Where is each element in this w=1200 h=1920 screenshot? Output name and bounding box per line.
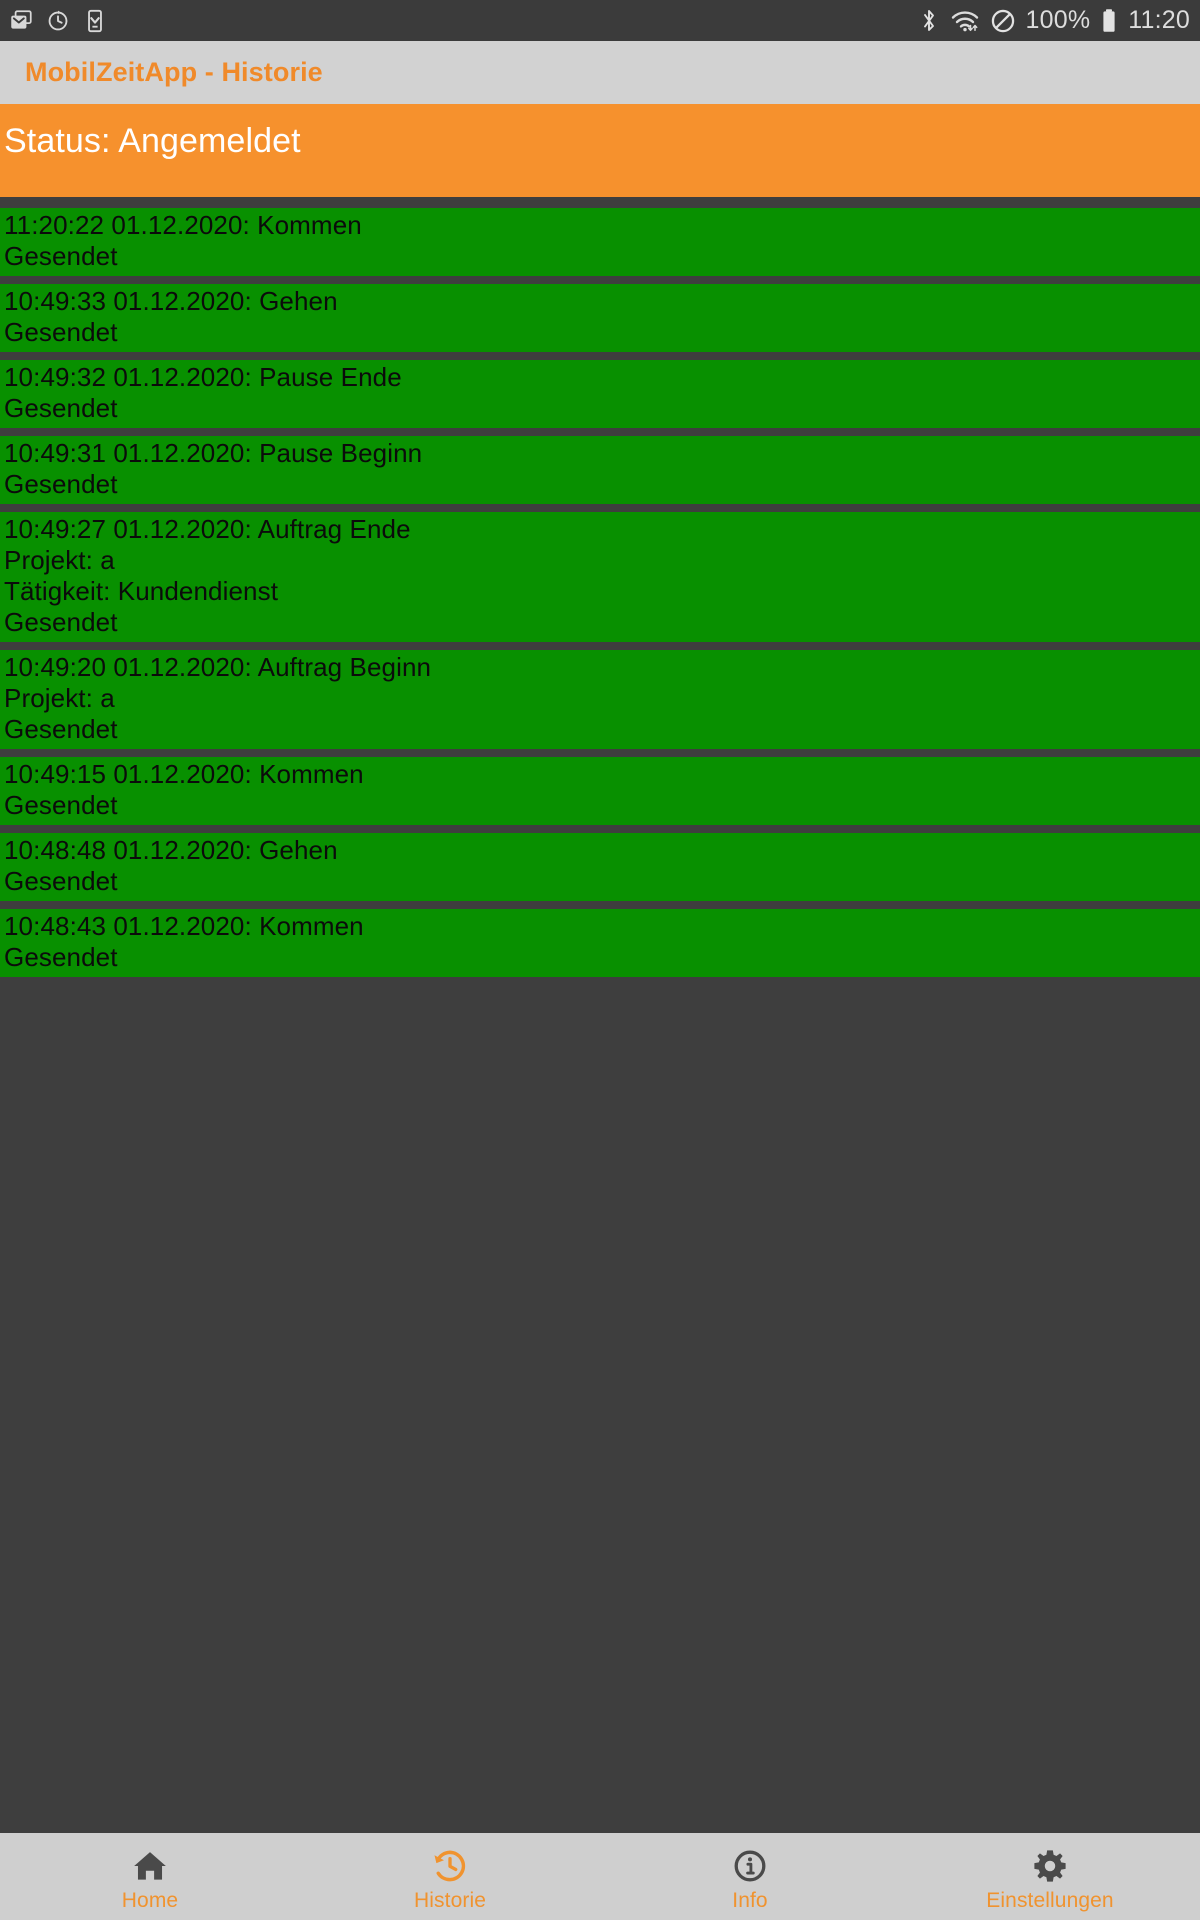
history-entry[interactable]: 10:49:27 01.12.2020: Auftrag Ende Projekt… <box>0 512 1200 642</box>
status-bar-right-icons: 100% 11:20 <box>918 6 1190 35</box>
app-screen: 100% 11:20 MobilZeitApp - Historie Statu… <box>0 0 1200 1920</box>
nav-item-einstellungen[interactable]: Einstellungen <box>900 1833 1200 1920</box>
history-entry-header: 10:49:27 01.12.2020: Auftrag Ende <box>4 514 411 544</box>
home-icon <box>131 1847 169 1885</box>
android-status-bar: 100% 11:20 <box>0 0 1200 41</box>
status-badge: Status: Angemeldet <box>4 122 301 160</box>
battery-percent-label: 100% <box>1025 6 1091 34</box>
alarm-history-icon <box>45 8 71 34</box>
history-entry[interactable]: 10:49:31 01.12.2020: Pause Beginn Gesende… <box>0 436 1200 504</box>
nav-label-historie: Historie <box>414 1888 486 1912</box>
history-entry-detail: Gesendet <box>4 469 118 499</box>
history-entry-header: 10:49:33 01.12.2020: Gehen <box>4 286 338 316</box>
history-entry-header: 10:48:43 01.12.2020: Kommen <box>4 911 364 941</box>
history-entry[interactable]: 10:49:32 01.12.2020: Pause Ende Gesendet <box>0 360 1200 428</box>
email-icon <box>8 8 34 34</box>
history-entry[interactable]: 11:20:22 01.12.2020: Kommen Gesendet <box>0 208 1200 276</box>
do-not-disturb-icon <box>990 8 1016 34</box>
history-entry-detail: Gesendet <box>4 866 118 896</box>
nav-label-einstellungen: Einstellungen <box>986 1888 1114 1912</box>
history-entry-detail: Gesendet <box>4 790 118 820</box>
nav-item-info[interactable]: Info <box>600 1833 900 1920</box>
battery-icon <box>1100 8 1118 34</box>
nav-item-home[interactable]: Home <box>0 1833 300 1920</box>
nav-label-info: Info <box>732 1888 768 1912</box>
gear-icon <box>1032 1847 1068 1885</box>
history-entry-detail: Tätigkeit: Kundendienst <box>4 576 279 606</box>
history-entry-detail: Gesendet <box>4 942 118 972</box>
history-entry-header: 10:48:48 01.12.2020: Gehen <box>4 835 338 865</box>
history-entry-header: 11:20:22 01.12.2020: Kommen <box>4 210 362 240</box>
bluetooth-icon <box>918 8 940 34</box>
history-entry-detail: Gesendet <box>4 607 118 637</box>
history-entry-header: 10:49:15 01.12.2020: Kommen <box>4 759 364 789</box>
history-entry-detail: Projekt: a <box>4 683 115 713</box>
app-title-bar: MobilZeitApp - Historie <box>0 41 1200 104</box>
history-clock-icon <box>431 1847 469 1885</box>
info-circle-icon <box>732 1847 768 1885</box>
login-status-banner: Status: Angemeldet <box>0 104 1200 197</box>
nav-label-home: Home <box>121 1888 179 1912</box>
history-entry-detail: Gesendet <box>4 393 118 423</box>
history-entry[interactable]: 10:49:15 01.12.2020: Kommen Gesendet <box>0 757 1200 825</box>
history-entry-detail: Gesendet <box>4 241 118 271</box>
history-entry-detail: Projekt: a <box>4 545 115 575</box>
status-bar-clock: 11:20 <box>1128 6 1190 34</box>
history-entry-header: 10:49:20 01.12.2020: Auftrag Beginn <box>4 652 432 682</box>
history-list[interactable]: 11:20:22 01.12.2020: Kommen Gesendet 10:49… <box>0 197 1200 1833</box>
history-entry[interactable]: 10:48:48 01.12.2020: Gehen Gesendet <box>0 833 1200 901</box>
history-entry[interactable]: 10:49:33 01.12.2020: Gehen Gesendet <box>0 284 1200 352</box>
device-check-icon <box>82 8 108 34</box>
status-bar-left-icons <box>8 8 108 34</box>
wifi-icon <box>950 8 980 34</box>
history-entry-header: 10:49:32 01.12.2020: Pause Ende <box>4 362 402 392</box>
nav-item-historie[interactable]: Historie <box>300 1833 600 1920</box>
page-title: MobilZeitApp - Historie <box>25 57 323 87</box>
history-entry-detail: Gesendet <box>4 317 118 347</box>
history-entry-detail: Gesendet <box>4 714 118 744</box>
bottom-navigation-bar: Home Historie Info Einstellungen <box>0 1833 1200 1920</box>
history-entry-header: 10:49:31 01.12.2020: Pause Beginn <box>4 438 423 468</box>
history-entry[interactable]: 10:49:20 01.12.2020: Auftrag Beginn Proje… <box>0 650 1200 749</box>
history-entry[interactable]: 10:48:43 01.12.2020: Kommen Gesendet <box>0 909 1200 977</box>
